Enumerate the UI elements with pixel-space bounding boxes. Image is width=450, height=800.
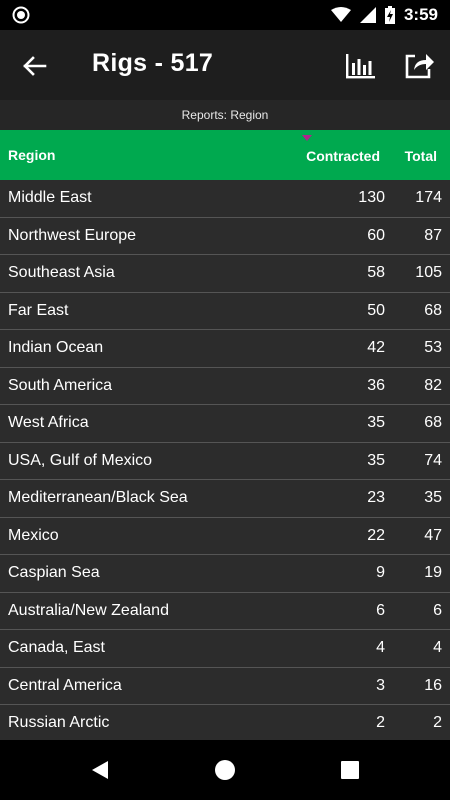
table-row[interactable]: West Africa 35 68 bbox=[0, 405, 450, 443]
cell-region: Northwest Europe bbox=[8, 226, 137, 244]
back-arrow-icon[interactable] bbox=[18, 50, 50, 82]
cell-contracted: 50 bbox=[367, 301, 385, 319]
cell-total: 68 bbox=[424, 301, 442, 319]
report-subheader: Reports: Region bbox=[0, 100, 450, 130]
table-row[interactable]: Canada, East 4 4 bbox=[0, 630, 450, 668]
cell-total: 2 bbox=[433, 714, 442, 731]
cell-total: 82 bbox=[424, 376, 442, 394]
table-row[interactable]: Australia/New Zealand 6 6 bbox=[0, 593, 450, 630]
cell-contracted: 4 bbox=[376, 639, 385, 656]
cell-contracted: 36 bbox=[367, 376, 385, 394]
cell-total: 53 bbox=[424, 339, 442, 356]
cell-region: Russian Arctic bbox=[8, 714, 110, 731]
share-icon[interactable] bbox=[402, 48, 436, 82]
table-row[interactable]: Mediterranean/Black Sea 23 35 bbox=[0, 480, 450, 518]
cell-total: 105 bbox=[415, 264, 442, 281]
cell-contracted: 22 bbox=[367, 526, 385, 544]
cell-contracted: 60 bbox=[367, 226, 385, 244]
app-bar: Rigs - 517 bbox=[0, 30, 450, 100]
cell-total: 74 bbox=[424, 451, 442, 469]
cell-region: Middle East bbox=[8, 189, 92, 206]
cell-region: Australia/New Zealand bbox=[8, 601, 169, 619]
table-row[interactable]: Mexico 22 47 bbox=[0, 518, 450, 555]
cell-region: USA, Gulf of Mexico bbox=[8, 451, 153, 469]
nav-back-icon[interactable] bbox=[89, 759, 111, 781]
table-row[interactable]: South America 36 82 bbox=[0, 368, 450, 405]
cell-contracted: 58 bbox=[367, 264, 385, 281]
bar-chart-icon[interactable] bbox=[343, 49, 377, 83]
status-bar: 3:59 bbox=[0, 0, 450, 30]
cell-contracted: 23 bbox=[367, 489, 385, 506]
cell-region: Mexico bbox=[8, 526, 59, 544]
cell-total: 174 bbox=[415, 189, 442, 206]
wifi-icon bbox=[330, 7, 351, 22]
cell-total: 35 bbox=[424, 489, 442, 506]
cell-contracted: 2 bbox=[376, 714, 385, 731]
cell-region: South America bbox=[8, 376, 113, 394]
table-row[interactable]: Southeast Asia 58 105 bbox=[0, 255, 450, 293]
battery-charging-icon bbox=[384, 6, 395, 24]
nav-recent-apps-icon[interactable] bbox=[340, 760, 360, 780]
column-header-total[interactable]: Total bbox=[405, 148, 437, 164]
cell-contracted: 35 bbox=[367, 451, 385, 469]
cell-total: 68 bbox=[424, 414, 442, 431]
cell-contracted: 3 bbox=[376, 676, 385, 694]
page-title: Rigs - 517 bbox=[92, 49, 214, 77]
cell-region: Central America bbox=[8, 676, 122, 694]
nav-home-icon[interactable] bbox=[214, 759, 236, 781]
table-row[interactable]: Far East 50 68 bbox=[0, 293, 450, 330]
status-icons: 3:59 bbox=[330, 0, 438, 30]
cell-contracted: 42 bbox=[367, 339, 385, 356]
cell-total: 4 bbox=[433, 639, 442, 656]
cell-contracted: 130 bbox=[358, 189, 385, 206]
table-row[interactable]: Central America 3 16 bbox=[0, 668, 450, 705]
cell-region: Far East bbox=[8, 301, 69, 319]
table-row[interactable]: USA, Gulf of Mexico 35 74 bbox=[0, 443, 450, 480]
cell-region: Caspian Sea bbox=[8, 564, 100, 581]
sort-indicator-icon bbox=[302, 135, 312, 141]
signal-icon bbox=[359, 7, 376, 23]
table-row[interactable]: Northwest Europe 60 87 bbox=[0, 218, 450, 255]
column-header-contracted[interactable]: Contracted bbox=[306, 148, 380, 164]
system-nav-bar bbox=[0, 740, 450, 800]
table-row[interactable]: Caspian Sea 9 19 bbox=[0, 555, 450, 593]
cell-contracted: 35 bbox=[367, 414, 385, 431]
table-row[interactable]: Indian Ocean 42 53 bbox=[0, 330, 450, 368]
status-time: 3:59 bbox=[403, 5, 438, 24]
cell-total: 19 bbox=[424, 564, 442, 581]
cell-total: 6 bbox=[433, 601, 442, 619]
app-indicator-icon bbox=[12, 6, 30, 24]
cell-region: West Africa bbox=[8, 414, 89, 431]
table-row[interactable]: Russian Arctic 2 2 bbox=[0, 705, 450, 740]
table-header: Region Contracted Total bbox=[0, 130, 450, 180]
column-header-region[interactable]: Region bbox=[8, 147, 55, 163]
cell-total: 87 bbox=[424, 226, 442, 244]
cell-region: Canada, East bbox=[8, 639, 105, 656]
cell-region: Mediterranean/Black Sea bbox=[8, 489, 188, 506]
table-body[interactable]: Middle East 130 174 Northwest Europe 60 … bbox=[0, 180, 450, 740]
cell-region: Southeast Asia bbox=[8, 264, 115, 281]
cell-total: 47 bbox=[424, 526, 442, 544]
cell-total: 16 bbox=[424, 676, 442, 694]
cell-region: Indian Ocean bbox=[8, 339, 104, 356]
cell-contracted: 9 bbox=[376, 564, 385, 581]
cell-contracted: 6 bbox=[376, 601, 385, 619]
table-row[interactable]: Middle East 130 174 bbox=[0, 180, 450, 218]
